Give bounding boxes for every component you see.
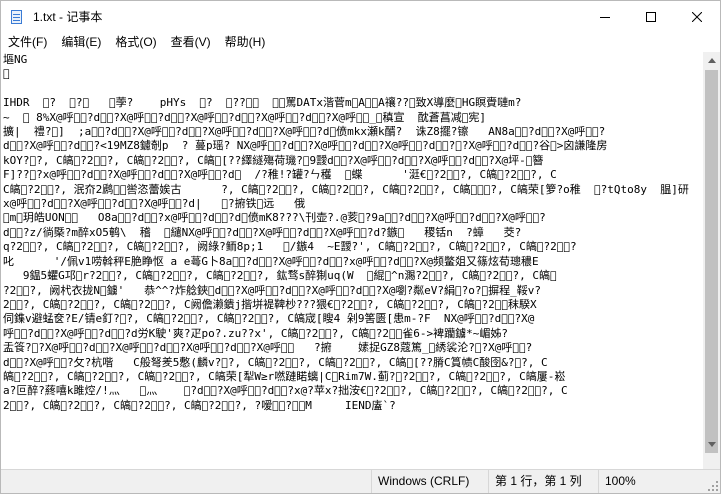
menu-bar: 文件(F) 编辑(E) 格式(O) 查看(V) 帮助(H) xyxy=(1,32,720,52)
vertical-scrollbar[interactable] xyxy=(703,52,720,462)
chevron-up-icon xyxy=(707,58,716,63)
editor-content[interactable]: 塸NG   IHDR  ?  ?   荸? pHYs  ?  ??     罵D… xyxy=(1,52,703,414)
menu-file[interactable]: 文件(F) xyxy=(1,32,54,52)
notepad-icon xyxy=(9,9,25,25)
minimize-button[interactable] xyxy=(582,1,628,32)
scroll-down-button[interactable] xyxy=(703,436,720,453)
menu-view[interactable]: 查看(V) xyxy=(164,32,218,52)
menu-format[interactable]: 格式(O) xyxy=(108,32,163,52)
maximize-button[interactable] xyxy=(628,1,674,32)
close-icon xyxy=(692,11,702,22)
status-bar: Windows (CRLF) 第 1 行，第 1 列 100% xyxy=(1,469,720,493)
scrollbar-thumb[interactable] xyxy=(705,70,718,462)
text-editor[interactable]: 塸NG   IHDR  ?  ?   荸? pHYs  ?  ??     罵D… xyxy=(1,52,703,470)
window-controls xyxy=(582,1,720,32)
scroll-up-button[interactable] xyxy=(703,52,720,69)
minimize-icon xyxy=(600,16,610,18)
menu-edit[interactable]: 编辑(E) xyxy=(54,32,108,52)
notepad-window: 1.txt - 记事本 文件(F) 编辑(E) 格式(O) 查看(V) 帮助(H… xyxy=(0,0,721,494)
window-title: 1.txt - 记事本 xyxy=(33,10,103,24)
chevron-down-icon xyxy=(707,442,716,447)
menu-help[interactable]: 帮助(H) xyxy=(218,32,273,52)
maximize-icon xyxy=(646,11,656,22)
resize-grip-icon[interactable] xyxy=(708,481,718,491)
scrollbar-corner xyxy=(703,453,720,470)
close-button[interactable] xyxy=(674,1,720,32)
line-ending-status: Windows (CRLF) xyxy=(371,470,487,493)
zoom-status: 100% xyxy=(598,470,708,493)
cursor-position-status: 第 1 行，第 1 列 xyxy=(488,470,598,493)
title-bar[interactable]: 1.txt - 记事本 xyxy=(1,1,720,32)
